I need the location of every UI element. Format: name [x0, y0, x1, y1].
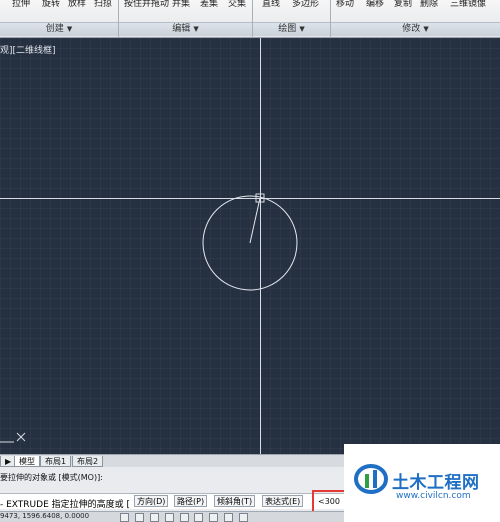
- group-modify[interactable]: 修改 ▼: [331, 22, 500, 36]
- option-expression[interactable]: 表达式(E): [262, 495, 304, 507]
- extrude-tool[interactable]: 拉伸: [12, 0, 30, 9]
- group-create[interactable]: 创建 ▼: [0, 22, 118, 36]
- erase-tool[interactable]: 删除: [420, 0, 438, 9]
- ucs-icon: [0, 432, 26, 443]
- polygon-tool[interactable]: 多边形: [292, 0, 319, 9]
- ribbon: 拉伸 旋转 放样 扫掠 按住并拖动 并集 差集 交集 直线 多边形 移动 编移 …: [0, 0, 500, 38]
- tab-model[interactable]: 模型: [14, 456, 40, 467]
- line-tool[interactable]: 直线: [262, 0, 280, 9]
- command-prompt-suffix: ]: [311, 496, 315, 506]
- group-edit[interactable]: 编辑 ▼: [119, 22, 252, 36]
- tab-layout2[interactable]: 布局2: [72, 456, 104, 467]
- coordinate-readout: 9473, 1596.6408, 0.0000: [0, 512, 90, 520]
- chevron-down-icon: ▼: [193, 25, 199, 33]
- option-taper-angle[interactable]: 倾斜角(T): [214, 495, 256, 507]
- group-draw[interactable]: 绘图 ▼: [253, 22, 330, 36]
- option-path[interactable]: 路径(P): [174, 495, 208, 507]
- command-input[interactable]: [318, 495, 346, 507]
- watermark: 土木工程网 www.civilcn.com: [344, 444, 500, 522]
- dyn-icon[interactable]: [224, 513, 234, 522]
- chevron-down-icon: ▼: [423, 25, 429, 33]
- ortho-icon[interactable]: [149, 513, 159, 522]
- radius-rubberband-line: [249, 197, 261, 244]
- watermark-brand: 土木工程网: [392, 473, 480, 493]
- group-modify-label: 修改: [402, 24, 421, 34]
- status-toggles: [120, 513, 251, 522]
- brand-logo-icon: [354, 464, 388, 494]
- osnap-icon[interactable]: [179, 513, 189, 522]
- lineweight-icon[interactable]: [239, 513, 248, 522]
- snap-icon[interactable]: [120, 513, 129, 522]
- chevron-down-icon: ▼: [66, 25, 73, 33]
- ducs-icon[interactable]: [209, 513, 219, 522]
- mirror3d-tool[interactable]: 三维镜像: [450, 0, 486, 9]
- drawing-canvas[interactable]: 观][二维线框]: [0, 38, 500, 454]
- union-tool[interactable]: 并集: [172, 0, 190, 9]
- group-draw-label: 绘图: [278, 24, 297, 34]
- group-create-label: 创建: [45, 24, 64, 34]
- subtract-tool[interactable]: 差集: [200, 0, 218, 9]
- drawing-geometry: [202, 193, 298, 291]
- loft-tool[interactable]: 放样: [68, 0, 86, 9]
- tab-layout1[interactable]: 布局1: [40, 456, 72, 467]
- chevron-down-icon: ▼: [299, 25, 305, 33]
- revolve-tool[interactable]: 旋转: [42, 0, 60, 9]
- command-prompt-text: - EXTRUDE 指定拉伸的高度或 [: [0, 500, 130, 510]
- presspull-tool[interactable]: 按住并拖动: [124, 0, 169, 9]
- polar-icon[interactable]: [164, 513, 174, 522]
- command-history-line: 要拉伸的对象或 [模式(MO)]:: [0, 473, 103, 482]
- otrack-icon[interactable]: [194, 513, 204, 522]
- option-direction[interactable]: 方向(D): [134, 495, 169, 507]
- grid-icon[interactable]: [134, 513, 144, 522]
- offset-tool[interactable]: 编移: [366, 0, 384, 9]
- group-edit-label: 编辑: [172, 24, 191, 34]
- move-tool[interactable]: 移动: [336, 0, 354, 9]
- sweep-tool[interactable]: 扫掠: [94, 0, 112, 9]
- copy-tool[interactable]: 复制: [394, 0, 412, 9]
- intersect-tool[interactable]: 交集: [228, 0, 246, 9]
- watermark-url: www.civilcn.com: [396, 491, 471, 501]
